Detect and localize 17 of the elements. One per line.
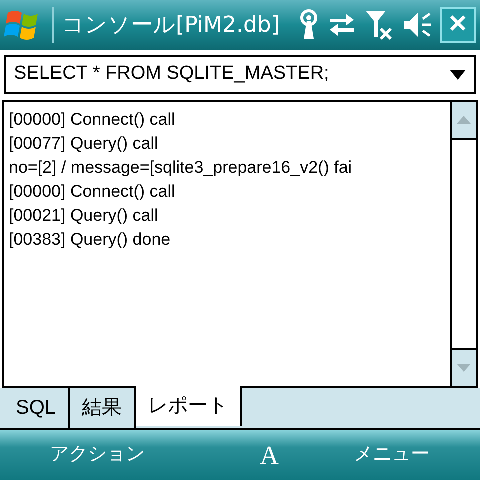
action-softkey[interactable]: アクション [50, 440, 145, 470]
window-title: コンソール[PiM2.db] [62, 12, 280, 40]
log-line: [00021] Query() call [9, 205, 160, 227]
log-line: no=[2] / message=[sqlite3_prepare16_v2() fai [9, 157, 354, 179]
log-line: [00000] Connect() call [9, 181, 176, 203]
speaker-off-icon[interactable] [402, 11, 432, 39]
dropdown-caret-icon[interactable] [450, 70, 466, 80]
keyboard-button[interactable]: A [260, 436, 279, 474]
sync-arrows-icon[interactable] [328, 13, 356, 37]
antenna-icon[interactable] [298, 9, 320, 41]
log-line: [00000] Connect() call [9, 109, 176, 131]
tab[interactable]: レポート [136, 386, 242, 426]
sql-combo-box[interactable]: SELECT * FROM SQLITE_MASTER; [4, 55, 476, 94]
no-signal-icon[interactable] [364, 9, 394, 41]
log-line: [00077] Query() call [9, 133, 160, 155]
menu-softkey[interactable]: メニュー [354, 440, 430, 470]
log-line: [00383] Query() done [9, 229, 172, 251]
